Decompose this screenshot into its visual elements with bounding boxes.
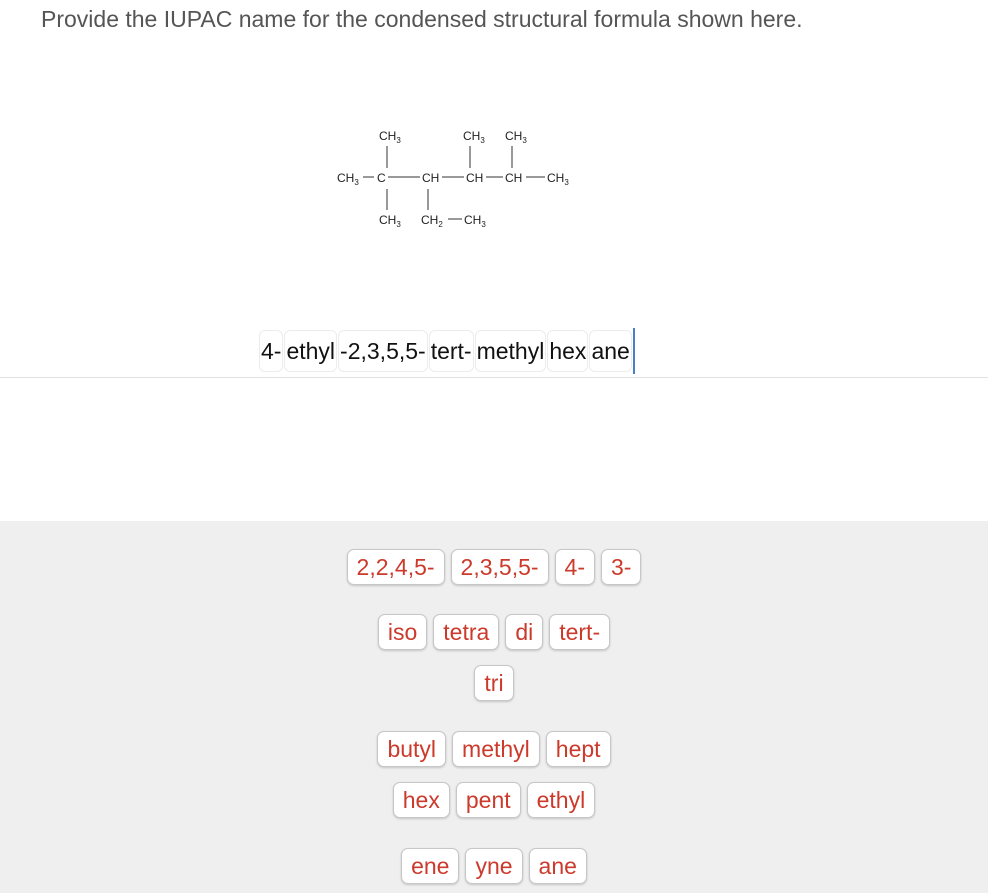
answer-tile[interactable]: ane — [589, 330, 632, 372]
tile-tray: 2,2,4,5- 2,3,5,5- 4- 3- iso tetra di ter… — [0, 521, 988, 893]
tile-locant[interactable]: 3- — [601, 549, 642, 585]
tile-prefix[interactable]: di — [505, 614, 544, 650]
tray-row-locants: 2,2,4,5- 2,3,5,5- 4- 3- — [0, 549, 988, 585]
tray-row-roots: butyl methyl hept — [0, 731, 988, 767]
tile-prefix[interactable]: tri — [474, 665, 514, 701]
answer-tile[interactable]: hex — [547, 330, 589, 372]
methyl-top-c2: CH3 — [379, 129, 401, 145]
tile-prefix[interactable]: tert- — [549, 614, 611, 650]
tray-row-roots-2: hex pent ethyl — [0, 782, 988, 818]
tile-locant[interactable]: 2,2,4,5- — [346, 549, 445, 585]
methyl-top-c5: CH3 — [505, 129, 527, 145]
tile-suffix[interactable]: yne — [465, 848, 523, 884]
tile-locant[interactable]: 4- — [554, 549, 595, 585]
chain-c6: CH3 — [547, 171, 569, 187]
answer-tile[interactable]: methyl — [474, 330, 547, 372]
tile-locant[interactable]: 2,3,5,5- — [450, 549, 549, 585]
tile-suffix[interactable]: ene — [401, 848, 460, 884]
tile-root[interactable]: hex — [392, 782, 450, 818]
text-cursor — [632, 328, 635, 374]
methyl-bottom-c2: CH3 — [379, 213, 401, 229]
tray-row-suffixes: ene yne ane — [0, 848, 988, 884]
tile-prefix[interactable]: iso — [377, 614, 428, 650]
chain-c2: C — [377, 171, 386, 185]
ethyl-ch3: CH3 — [464, 213, 486, 229]
tile-root[interactable]: ethyl — [526, 782, 596, 818]
tile-root[interactable]: butyl — [377, 731, 447, 767]
answer-tile[interactable]: tert- — [428, 330, 474, 372]
tile-suffix[interactable]: ane — [528, 848, 587, 884]
answer-input[interactable]: 4- ethyl -2,3,5,5- tert- methyl hex ane — [259, 328, 635, 374]
chain-c5: CH — [505, 171, 522, 185]
tile-root[interactable]: methyl — [452, 731, 540, 767]
tile-prefix[interactable]: tetra — [433, 614, 500, 650]
ethyl-ch2: CH2 — [421, 213, 443, 229]
tray-row-prefixes: iso tetra di tert- — [0, 614, 988, 650]
tile-root[interactable]: pent — [455, 782, 521, 818]
chain-c3: CH — [422, 171, 439, 185]
structural-formula: CH3 CH3 CH3 CH3 C CH CH CH CH3 CH3 CH2 C… — [337, 129, 569, 229]
answer-tile[interactable]: ethyl — [284, 330, 338, 372]
chain-c1: CH3 — [337, 171, 359, 187]
answer-tile[interactable]: -2,3,5,5- — [338, 330, 428, 372]
answer-tile[interactable]: 4- — [259, 330, 284, 372]
chain-c4: CH — [466, 171, 483, 185]
methyl-top-c4: CH3 — [463, 129, 485, 145]
tray-row-prefixes-2: tri — [0, 665, 988, 701]
tile-root[interactable]: hept — [545, 731, 611, 767]
